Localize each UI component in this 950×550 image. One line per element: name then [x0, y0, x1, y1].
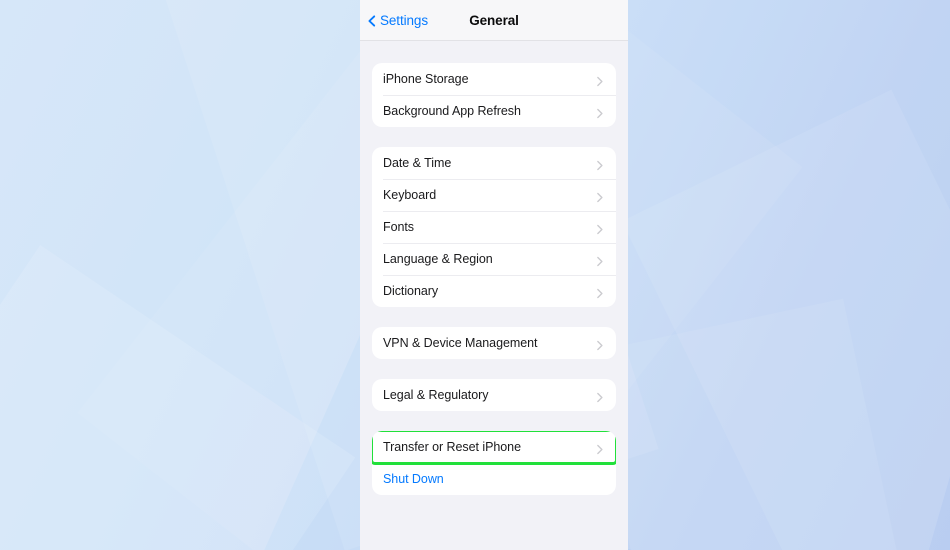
row-label: Language & Region [383, 252, 493, 266]
row-label: Transfer or Reset iPhone [383, 440, 521, 454]
chevron-right-icon [594, 286, 605, 298]
settings-row-fonts[interactable]: Fonts [372, 211, 616, 243]
navigation-bar: Settings General [360, 0, 628, 41]
chevron-right-icon [594, 106, 605, 118]
row-label: Keyboard [383, 188, 437, 202]
settings-group-system: Date & Time Keyboard Fonts Language & Re… [372, 147, 616, 307]
settings-row-language-and-region[interactable]: Language & Region [372, 243, 616, 275]
row-label: Legal & Regulatory [383, 388, 489, 402]
row-label: Shut Down [383, 472, 444, 486]
row-label: Fonts [383, 220, 415, 234]
settings-group-legal: Legal & Regulatory [372, 379, 616, 411]
row-label: VPN & Device Management [383, 336, 538, 350]
settings-row-date-and-time[interactable]: Date & Time [372, 147, 616, 179]
row-label: Date & Time [383, 156, 452, 170]
row-label: Dictionary [383, 284, 439, 298]
chevron-right-icon [594, 222, 605, 234]
chevron-right-icon [594, 190, 605, 202]
chevron-right-icon [594, 338, 605, 350]
settings-row-background-app-refresh[interactable]: Background App Refresh [372, 95, 616, 127]
chevron-right-icon [594, 390, 605, 402]
settings-row-legal-and-regulatory[interactable]: Legal & Regulatory [372, 379, 616, 411]
settings-group-storage: iPhone Storage Background App Refresh [372, 63, 616, 127]
settings-row-transfer-or-reset-iphone[interactable]: Transfer or Reset iPhone [372, 431, 616, 465]
settings-list: iPhone Storage Background App Refresh Da… [360, 41, 628, 495]
page-title: General [469, 12, 519, 28]
settings-row-keyboard[interactable]: Keyboard [372, 179, 616, 211]
settings-panel: Settings General iPhone Storage Backgrou… [360, 0, 628, 550]
row-label: Background App Refresh [383, 104, 521, 118]
settings-row-dictionary[interactable]: Dictionary [372, 275, 616, 307]
chevron-right-icon [594, 442, 605, 454]
chevron-right-icon [594, 74, 605, 86]
settings-row-vpn-device-management[interactable]: VPN & Device Management [372, 327, 616, 359]
chevron-right-icon [594, 254, 605, 266]
row-label: iPhone Storage [383, 72, 469, 86]
settings-group-reset: Transfer or Reset iPhone Shut Down [372, 431, 616, 495]
settings-row-shut-down[interactable]: Shut Down [372, 463, 616, 495]
chevron-right-icon [594, 158, 605, 170]
screen: Settings General iPhone Storage Backgrou… [0, 0, 950, 550]
settings-group-vpn: VPN & Device Management [372, 327, 616, 359]
settings-row-iphone-storage[interactable]: iPhone Storage [372, 63, 616, 95]
